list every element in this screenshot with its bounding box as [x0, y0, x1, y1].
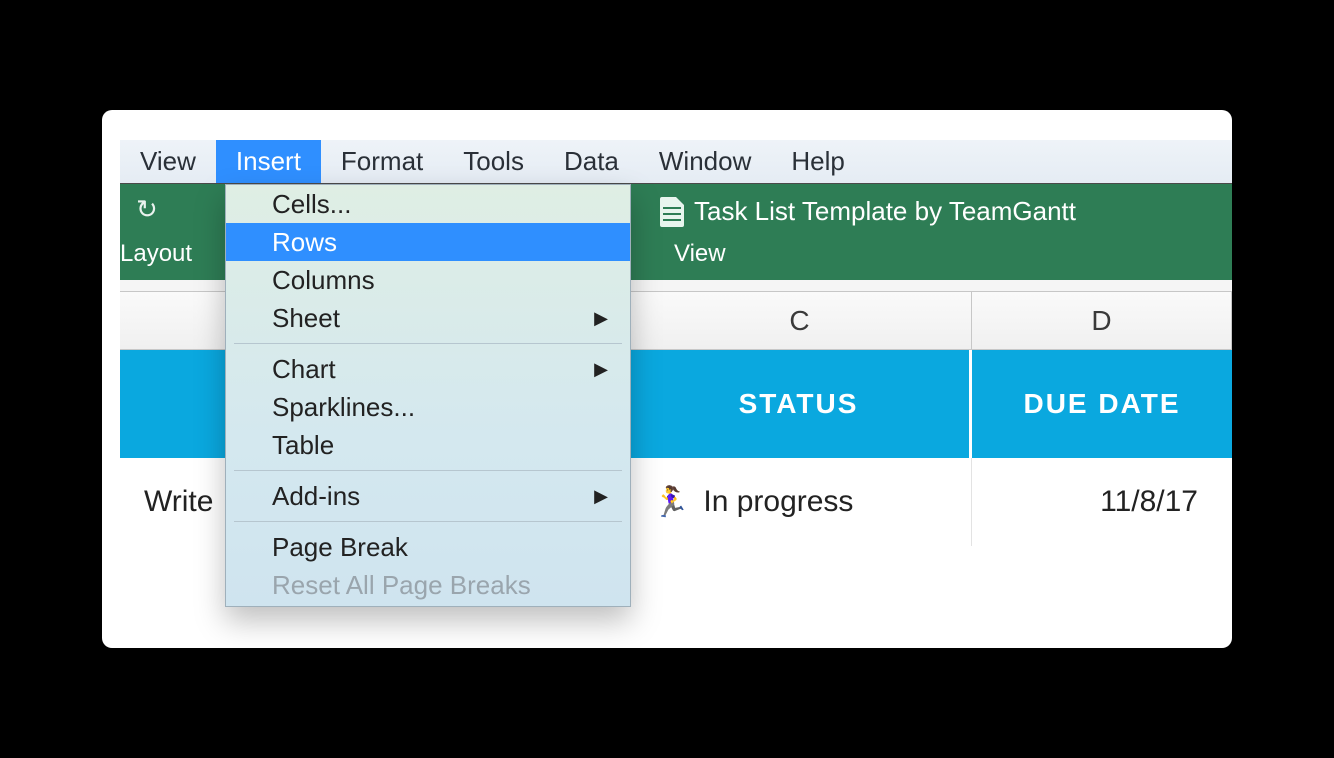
- menu-item-addins[interactable]: Add-ins ▶: [226, 477, 630, 515]
- menu-separator: [234, 343, 622, 344]
- menu-separator: [234, 521, 622, 522]
- ribbon-tab-view[interactable]: View: [674, 240, 726, 268]
- cell-status-text: In progress: [703, 485, 853, 519]
- menu-item-table[interactable]: Table: [226, 426, 630, 464]
- menu-insert[interactable]: Insert: [216, 140, 321, 183]
- menu-item-page-break[interactable]: Page Break: [226, 528, 630, 566]
- submenu-arrow-icon: ▶: [594, 359, 608, 380]
- menu-data[interactable]: Data: [544, 140, 639, 183]
- column-header-c[interactable]: C: [628, 292, 972, 349]
- menu-format[interactable]: Format: [321, 140, 443, 183]
- menu-view[interactable]: View: [120, 140, 216, 183]
- app-window: View Insert Format Tools Data Window Hel…: [120, 140, 1232, 648]
- menu-item-sparklines[interactable]: Sparklines...: [226, 388, 630, 426]
- menu-bar: View Insert Format Tools Data Window Hel…: [120, 140, 1232, 184]
- menu-item-chart-label: Chart: [272, 354, 336, 385]
- header-cell-due-date[interactable]: DUE DATE: [972, 350, 1232, 458]
- menu-item-sheet-label: Sheet: [272, 303, 340, 334]
- cell-due-date[interactable]: 11/8/17: [972, 458, 1232, 546]
- cell-status[interactable]: 🏃‍♀️ In progress: [628, 458, 972, 546]
- menu-tools[interactable]: Tools: [443, 140, 544, 183]
- running-person-icon: 🏃‍♀️: [652, 485, 689, 520]
- menu-item-cells[interactable]: Cells...: [226, 185, 630, 223]
- menu-item-reset-page-breaks: Reset All Page Breaks: [226, 566, 630, 604]
- column-header-d[interactable]: D: [972, 292, 1232, 349]
- refresh-icon[interactable]: ↻: [136, 194, 158, 225]
- submenu-arrow-icon: ▶: [594, 486, 608, 507]
- header-cell-status[interactable]: STATUS: [628, 350, 972, 458]
- document-title: Task List Template by TeamGantt: [660, 196, 1076, 227]
- menu-help[interactable]: Help: [771, 140, 864, 183]
- excel-file-icon: [660, 197, 684, 227]
- submenu-arrow-icon: ▶: [594, 308, 608, 329]
- document-title-text: Task List Template by TeamGantt: [694, 196, 1076, 227]
- menu-item-sheet[interactable]: Sheet ▶: [226, 299, 630, 337]
- screenshot-card: View Insert Format Tools Data Window Hel…: [102, 110, 1232, 648]
- menu-item-chart[interactable]: Chart ▶: [226, 350, 630, 388]
- menu-item-addins-label: Add-ins: [272, 481, 360, 512]
- menu-item-columns[interactable]: Columns: [226, 261, 630, 299]
- ribbon-tab-layout[interactable]: Layout: [120, 240, 192, 268]
- menu-window[interactable]: Window: [639, 140, 771, 183]
- insert-dropdown-menu: Cells... Rows Columns Sheet ▶ Chart ▶ Sp…: [225, 184, 631, 607]
- menu-item-rows[interactable]: Rows: [226, 223, 630, 261]
- menu-separator: [234, 470, 622, 471]
